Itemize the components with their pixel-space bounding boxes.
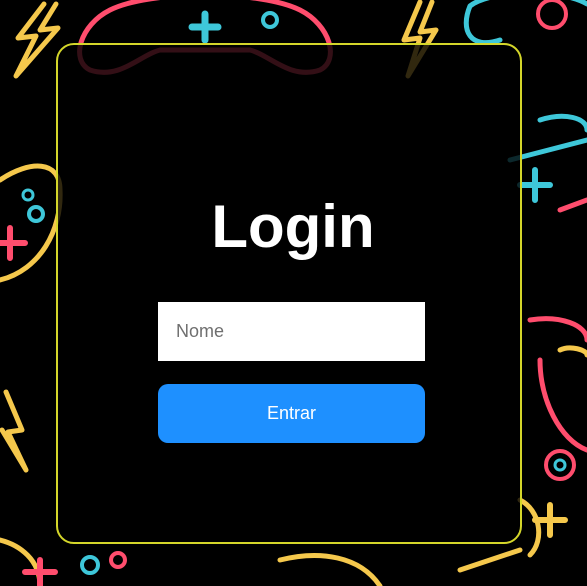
gamepad-icon (527, 316, 587, 538)
login-card: Login Entrar (56, 43, 522, 544)
gamepad-icon (0, 537, 127, 586)
login-title: Login (211, 193, 375, 260)
login-page: Login Entrar (0, 0, 587, 586)
gamepad-icon (463, 0, 587, 46)
gamepad-icon (0, 163, 63, 283)
name-input[interactable] (158, 302, 425, 361)
lightning-bolt-icon (13, 1, 61, 79)
enter-button[interactable]: Entrar (158, 384, 425, 443)
lightning-bolt-icon (0, 389, 29, 473)
